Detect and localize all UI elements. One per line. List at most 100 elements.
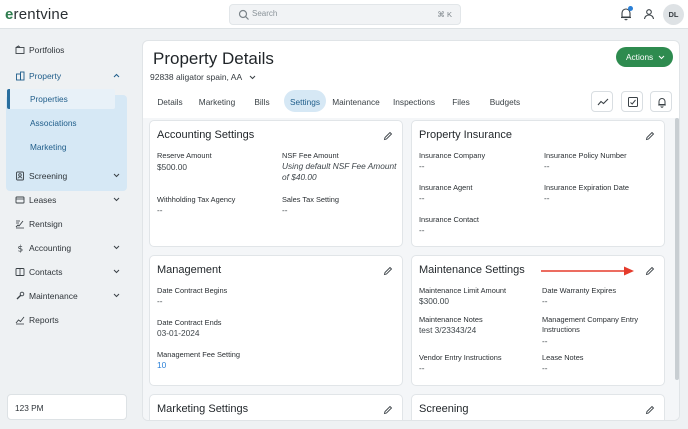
warranty-expires-label: Date Warranty Expires <box>542 286 617 295</box>
property-address[interactable]: 92838 aligator spain, AA <box>150 72 242 82</box>
trend-chart-icon <box>597 98 609 106</box>
nsf-fee-value: Using default NSF Fee Amount of $40.00 <box>282 161 397 182</box>
card-title: Accounting Settings <box>157 129 255 141</box>
user-icon[interactable] <box>643 8 655 20</box>
pencil-icon[interactable] <box>645 131 655 141</box>
pencil-icon[interactable] <box>383 405 393 415</box>
tab-marketing[interactable]: Marketing <box>195 90 239 112</box>
tab-maintenance[interactable]: Maintenance <box>331 90 381 112</box>
portfolios-icon <box>15 45 25 54</box>
insurance-contact-label: Insurance Contact <box>419 215 479 224</box>
sidebar-item-leases[interactable]: Leases <box>6 189 127 211</box>
checklist-icon <box>628 97 638 107</box>
chevron-down-icon <box>113 269 120 274</box>
chevron-down-icon <box>113 293 120 298</box>
sidebar-item-contacts[interactable]: Contacts <box>6 261 127 283</box>
withholding-tax-value: -- <box>157 205 163 215</box>
content-scrollbar[interactable] <box>675 118 679 380</box>
management-fee-link[interactable]: 10 <box>157 360 166 370</box>
wrench-icon <box>16 291 25 300</box>
sidebar-item-reports[interactable]: Reports <box>6 309 127 331</box>
avatar[interactable]: DL <box>663 4 684 25</box>
chevron-down-icon <box>113 173 120 178</box>
sidebar-item-label: Maintenance <box>29 291 78 301</box>
card-title: Marketing Settings <box>157 403 249 415</box>
tab-bills[interactable]: Bills <box>249 90 275 112</box>
sidebar-item-property[interactable]: Property <box>6 65 127 87</box>
chevron-down-icon[interactable] <box>249 75 256 80</box>
accounting-settings-card: Accounting Settings Reserve Amount $500.… <box>149 120 403 247</box>
brand-logo[interactable]: erentvine <box>5 6 69 23</box>
sidebar-subitem-properties[interactable]: Properties <box>7 89 115 109</box>
card-title: Property Insurance <box>419 129 512 141</box>
actions-button[interactable]: Actions <box>616 47 673 67</box>
reports-icon <box>15 316 25 325</box>
insurance-company-value: -- <box>419 161 425 171</box>
insurance-policy-label: Insurance Policy Number <box>544 151 627 160</box>
contract-ends-value: 03-01-2024 <box>157 328 200 338</box>
annotation-arrow-icon <box>541 266 634 276</box>
vendor-entry-label: Vendor Entry Instructions <box>419 353 502 362</box>
rentsign-icon <box>15 220 24 229</box>
company-switcher[interactable]: 123 PM <box>7 394 127 420</box>
notification-dot <box>628 6 633 11</box>
sidebar-item-portfolios[interactable]: Portfolios <box>6 39 127 61</box>
tab-files[interactable]: Files <box>449 90 473 112</box>
tab-inspections[interactable]: Inspections <box>390 90 438 112</box>
tab-details[interactable]: Details <box>153 90 187 112</box>
sidebar: Portfolios Property Properties Associati… <box>0 29 140 429</box>
sidebar-subitem-label: Properties <box>30 94 68 104</box>
sidebar-item-maintenance[interactable]: Maintenance <box>6 285 127 307</box>
pencil-icon[interactable] <box>383 266 393 276</box>
insurance-agent-value: -- <box>419 193 425 203</box>
maintenance-notes-value: test 3/23343/24 <box>419 325 477 335</box>
notifications-button[interactable] <box>650 91 672 112</box>
sidebar-item-label: Contacts <box>29 267 63 277</box>
warranty-expires-value: -- <box>542 296 548 306</box>
sidebar-item-screening[interactable]: Screening <box>6 165 127 187</box>
chevron-down-icon <box>658 55 665 60</box>
insurance-company-label: Insurance Company <box>419 151 486 160</box>
search-box[interactable]: Search ⌘ K <box>229 4 461 25</box>
pencil-icon[interactable] <box>383 131 393 141</box>
chevron-up-icon <box>113 73 120 78</box>
insurance-contact-value: -- <box>419 225 425 235</box>
lease-notes-value: -- <box>542 363 548 373</box>
insurance-expiration-label: Insurance Expiration Date <box>544 183 630 192</box>
accounting-icon: $ <box>18 245 24 254</box>
logo-mark: e <box>5 6 14 23</box>
logo-text: rentvine <box>13 6 69 23</box>
tab-label: Files <box>452 97 470 107</box>
tab-budgets[interactable]: Budgets <box>487 90 523 112</box>
card-title: Management <box>157 264 222 276</box>
maintenance-notes-label: Maintenance Notes <box>419 315 483 324</box>
tab-settings[interactable]: Settings <box>284 90 326 112</box>
lease-notes-label: Lease Notes <box>542 353 584 362</box>
insurance-agent-label: Insurance Agent <box>419 183 473 192</box>
sidebar-subitem-associations[interactable]: Associations <box>7 113 115 133</box>
sidebar-subitem-marketing[interactable]: Marketing <box>7 137 115 157</box>
sidebar-item-accounting[interactable]: $ Accounting <box>6 237 127 259</box>
analytics-button[interactable] <box>591 91 613 112</box>
search-placeholder: Search <box>252 9 278 18</box>
pencil-icon[interactable] <box>645 266 655 276</box>
actions-label: Actions <box>626 52 654 62</box>
mgmt-entry-instructions-label: Management Company Entry Instructions <box>542 315 639 334</box>
insurance-policy-value: -- <box>544 161 550 171</box>
checklist-button[interactable] <box>621 91 643 112</box>
marketing-settings-card: Marketing Settings <box>149 394 403 420</box>
search-shortcut: ⌘ K <box>437 10 452 19</box>
sidebar-item-label: Rentsign <box>29 219 63 229</box>
contract-begins-label: Date Contract Begins <box>157 286 228 295</box>
chevron-down-icon <box>113 197 120 202</box>
mgmt-entry-instructions-value: -- <box>542 336 548 346</box>
tab-label: Budgets <box>489 97 521 107</box>
sales-tax-value: -- <box>282 205 288 215</box>
main-panel: Property Details 92838 aligator spain, A… <box>142 40 680 421</box>
tab-label: Bills <box>254 97 270 107</box>
sidebar-item-rentsign[interactable]: Rentsign <box>6 213 127 235</box>
pencil-icon[interactable] <box>645 405 655 415</box>
maintenance-limit-value: $300.00 <box>419 296 449 306</box>
insurance-expiration-value: -- <box>544 193 550 203</box>
reserve-amount-value: $500.00 <box>157 162 187 172</box>
